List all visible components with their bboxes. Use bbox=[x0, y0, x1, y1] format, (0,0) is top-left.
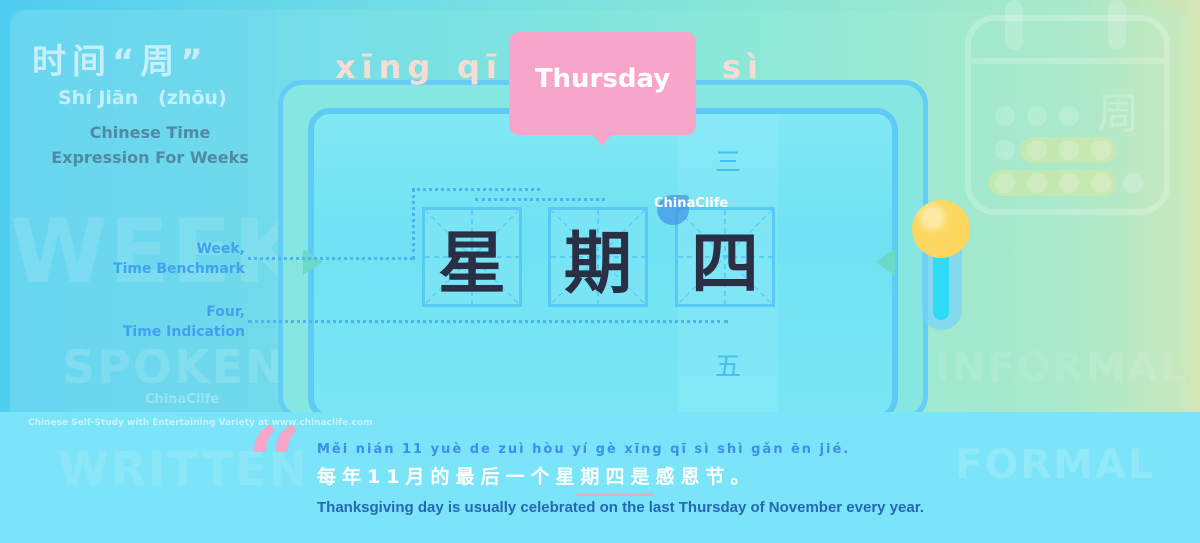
character-box-2: 期 bbox=[548, 207, 648, 307]
calendar-dot bbox=[1123, 173, 1143, 193]
translation-text: Thursday bbox=[534, 64, 671, 94]
wheel-prev-number: 三 bbox=[714, 148, 741, 178]
calendar-dot bbox=[1027, 140, 1047, 160]
watermark-spoken: SPOKEN bbox=[62, 340, 286, 394]
annotation-week-line1: Week, bbox=[196, 241, 245, 257]
example-chinese: 每年11月的最后一个星期四是感恩节。 bbox=[317, 466, 756, 488]
pinyin-syllable-1: xīng bbox=[335, 48, 437, 86]
annotation-line-week bbox=[248, 257, 413, 260]
character-box-1: 星 bbox=[422, 207, 522, 307]
arrow-left-icon bbox=[875, 249, 895, 275]
wheel-next-number: 五 bbox=[714, 352, 741, 382]
calendar-dot bbox=[1059, 106, 1079, 126]
subtitle: Chinese Time Expression For Weeks bbox=[40, 120, 260, 170]
example-pinyin: Měi nián 11 yuè de zuì hòu yí gè xīng qī… bbox=[317, 442, 851, 457]
calendar-ring-right bbox=[1108, 0, 1126, 50]
character-box-3: 四 bbox=[675, 207, 775, 307]
character-1: 星 bbox=[437, 224, 506, 304]
calendar-dot bbox=[1059, 140, 1079, 160]
site-credit: Chinese Self-Study with Entertaining Var… bbox=[28, 418, 373, 428]
calendar-ring-left bbox=[1005, 0, 1023, 50]
annotation-line-four bbox=[248, 320, 728, 323]
annotation-four-line2: Time Indication bbox=[122, 324, 245, 340]
calendar-dot bbox=[1059, 173, 1079, 193]
calendar-dot bbox=[1027, 106, 1047, 126]
title-pinyin: Shí Jiān (zhōu) bbox=[58, 87, 227, 109]
calendar-char: 周 bbox=[1097, 89, 1140, 138]
watermark-formal: FORMAL bbox=[955, 442, 1156, 488]
bubble-tail bbox=[592, 134, 612, 146]
annotation-week-line2: Time Benchmark bbox=[113, 261, 245, 277]
calendar-dot bbox=[1091, 173, 1111, 193]
watermark-informal: INFORMAL bbox=[935, 345, 1188, 391]
arrow-right-icon bbox=[303, 249, 323, 275]
calendar-dot bbox=[995, 106, 1015, 126]
brand-logo-faded: ChinaClife bbox=[145, 392, 220, 407]
subtitle-line2: Expression For Weeks bbox=[51, 148, 249, 167]
annotation-four-line1: Four, bbox=[206, 304, 245, 320]
annotation-week: Week, Time Benchmark bbox=[45, 239, 245, 279]
lever-knob bbox=[912, 200, 970, 258]
quote-icon: “ bbox=[247, 406, 303, 519]
brand-logo: ChinaClife bbox=[654, 196, 729, 211]
character-2: 期 bbox=[563, 224, 632, 304]
calendar-dot bbox=[995, 173, 1015, 193]
pinyin-syllable-3: sì bbox=[722, 48, 765, 86]
example-highlight-underline bbox=[576, 493, 654, 496]
subtitle-line1: Chinese Time bbox=[89, 123, 211, 142]
calendar-divider bbox=[971, 58, 1164, 64]
example-english: Thanksgiving day is usually celebrated o… bbox=[317, 499, 924, 516]
calendar-dot bbox=[995, 140, 1015, 160]
title-chinese: 时间“周” bbox=[32, 42, 209, 82]
calendar-dot bbox=[1027, 173, 1047, 193]
annotation-four: Four, Time Indication bbox=[45, 302, 245, 342]
calendar-dot bbox=[1091, 140, 1111, 160]
pinyin-syllable-2: qī bbox=[457, 48, 503, 86]
character-3: 四 bbox=[690, 224, 759, 304]
